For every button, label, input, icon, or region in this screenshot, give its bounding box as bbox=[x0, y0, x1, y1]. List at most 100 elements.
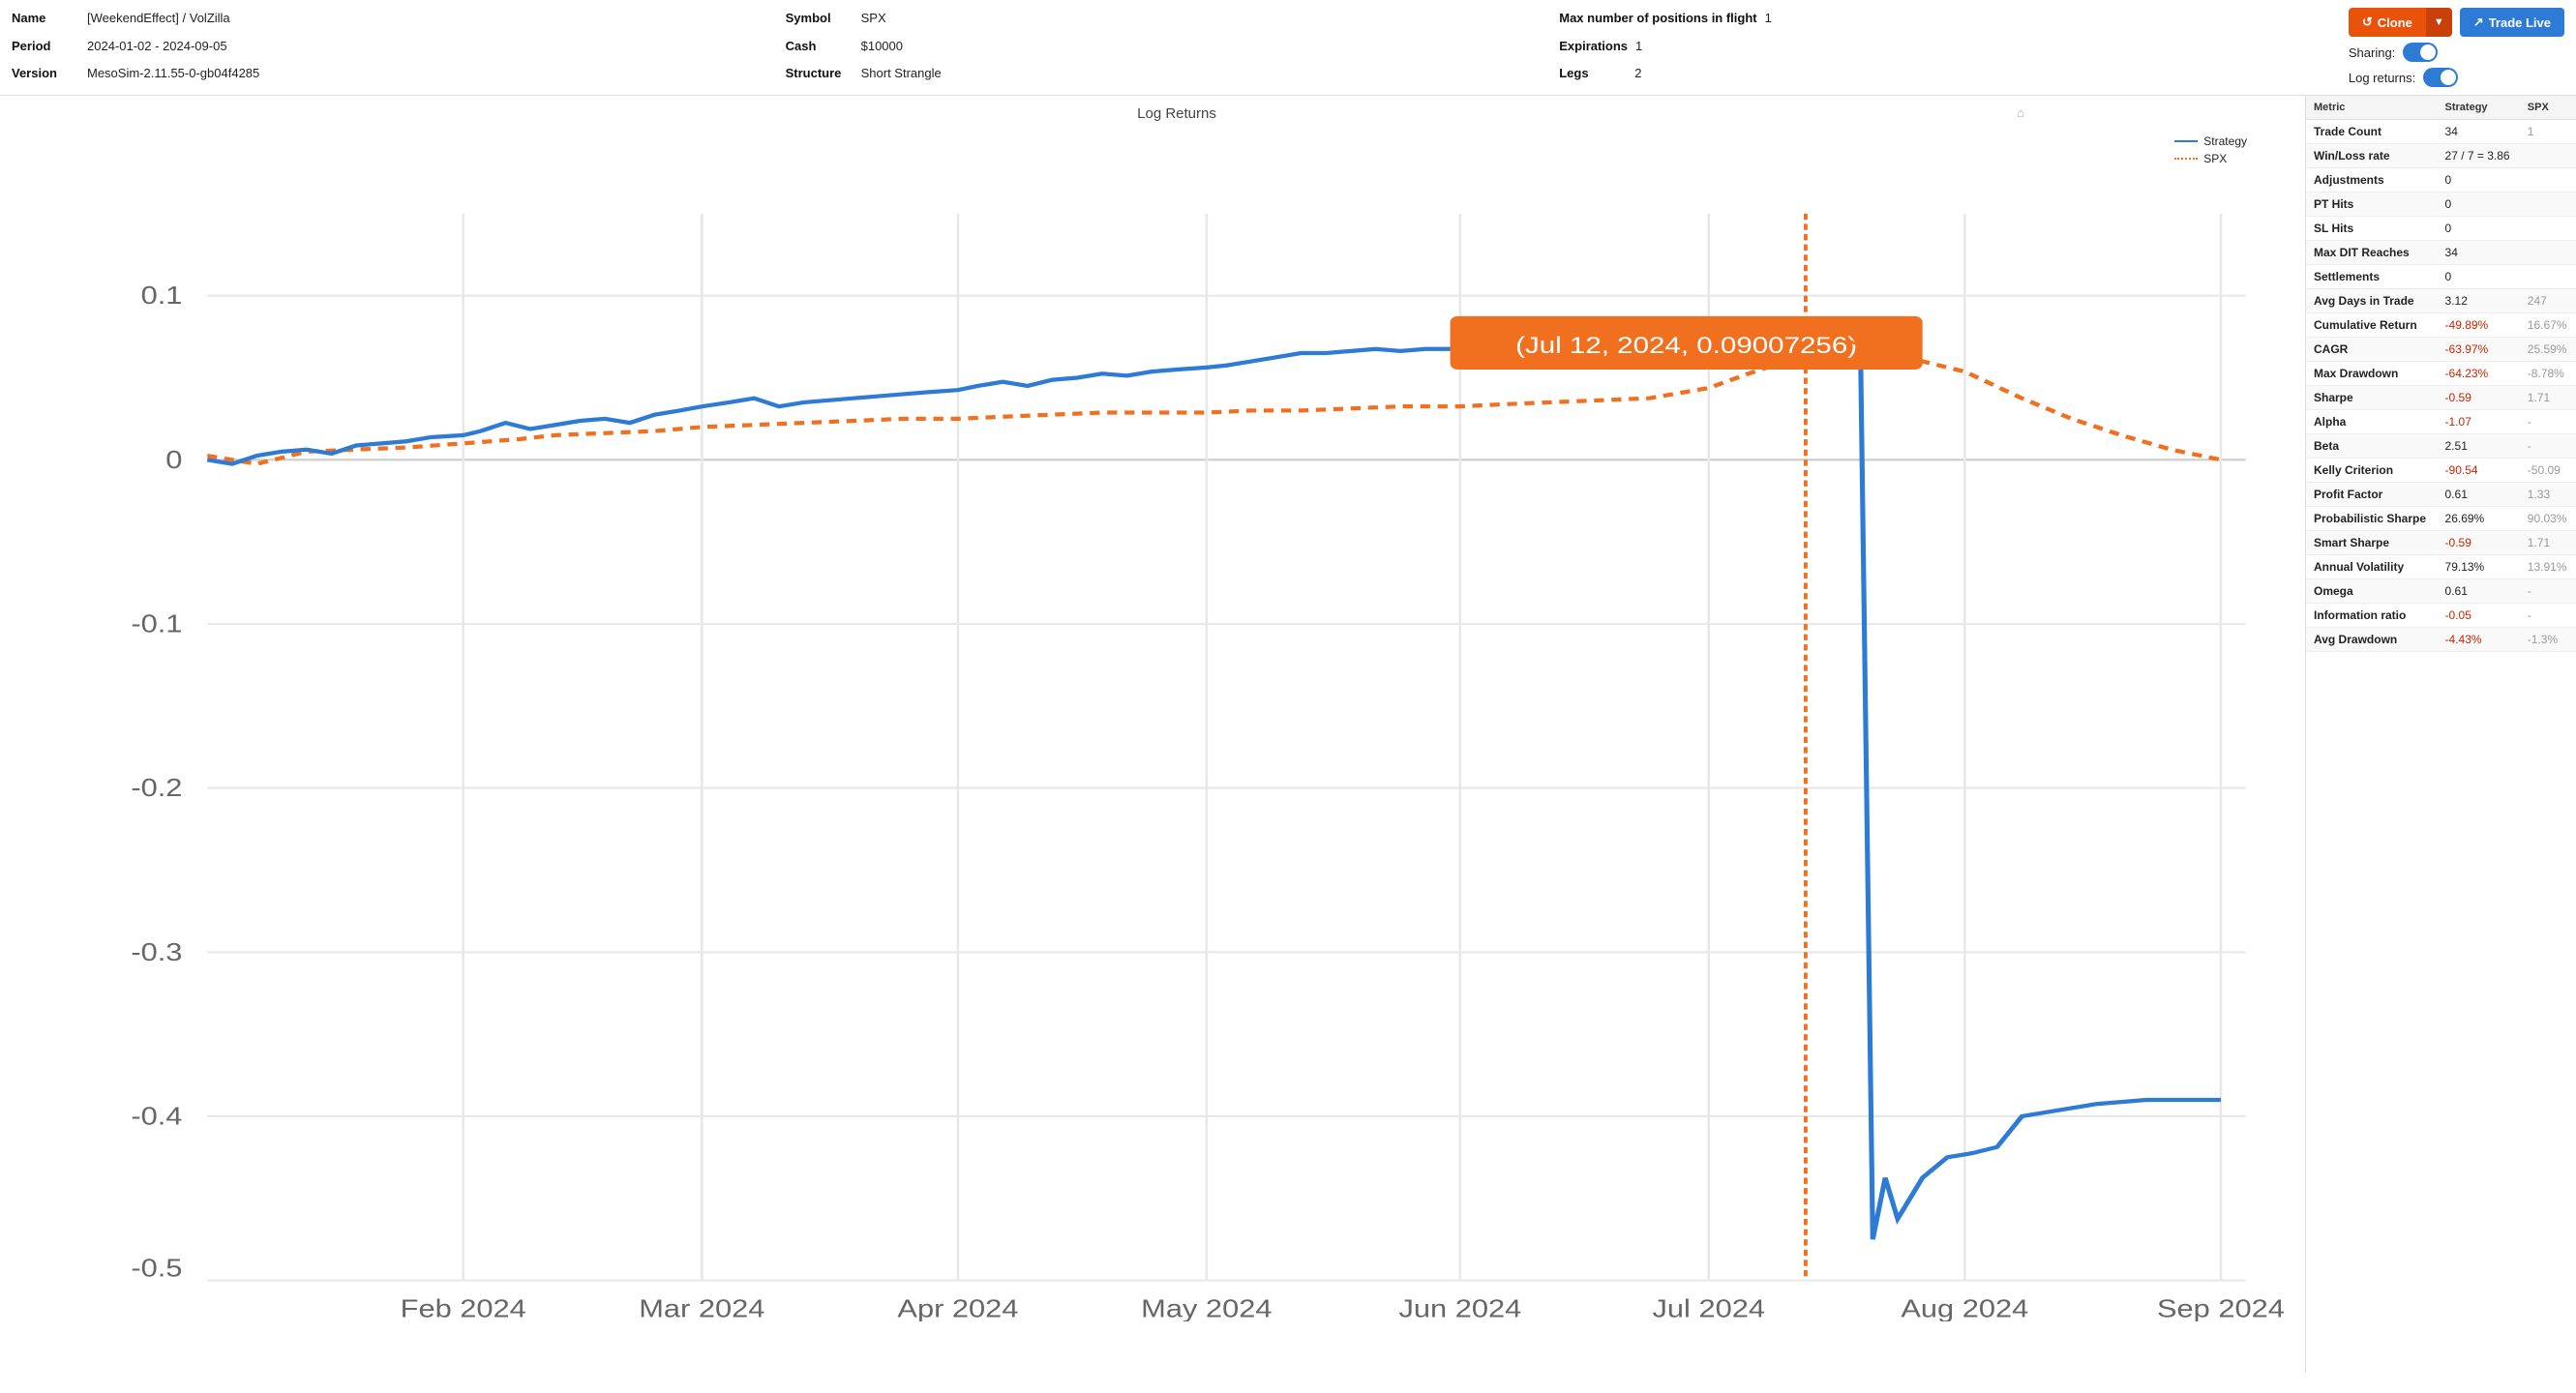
main-content: Log Returns ⌂ Strategy SPX bbox=[0, 96, 2576, 1373]
metric-name-cell: Settlements bbox=[2306, 265, 2438, 289]
cash-row: Cash $10000 bbox=[786, 36, 1560, 60]
strategy-line bbox=[207, 335, 2221, 1239]
table-row: Max Drawdown-64.23%-8.78% bbox=[2306, 362, 2576, 386]
strategy-val-cell: 3.12 bbox=[2438, 289, 2520, 313]
sharing-toggle-row: Sharing: bbox=[2349, 43, 2564, 62]
table-row: SL Hits0 bbox=[2306, 217, 2576, 241]
strategy-val-cell: 0 bbox=[2438, 265, 2520, 289]
metrics-table: Metric Strategy SPX Trade Count341Win/Lo… bbox=[2306, 96, 2576, 652]
chart-title: Log Returns bbox=[58, 105, 2295, 122]
structure-value: Short Strangle bbox=[861, 66, 942, 80]
period-label: Period bbox=[12, 39, 79, 53]
metric-name-cell: PT Hits bbox=[2306, 193, 2438, 217]
table-row: CAGR-63.97%25.59% bbox=[2306, 338, 2576, 362]
spx-val-cell: -50.09 bbox=[2520, 459, 2576, 483]
log-returns-toggle[interactable] bbox=[2423, 68, 2458, 87]
metric-name-cell: Beta bbox=[2306, 434, 2438, 459]
strategy-val-cell: -0.59 bbox=[2438, 531, 2520, 555]
spx-val-cell: - bbox=[2520, 604, 2576, 628]
spx-val-cell bbox=[2520, 265, 2576, 289]
clone-button-group[interactable]: ↺ Clone ▼ bbox=[2349, 8, 2452, 37]
refresh-icon: ↺ bbox=[2362, 15, 2373, 30]
name-value: [WeekendEffect] / VolZilla bbox=[87, 11, 230, 25]
max-pos-row: Max number of positions in flight 1 bbox=[1559, 8, 2333, 32]
spx-val-cell bbox=[2520, 144, 2576, 168]
table-row: PT Hits0 bbox=[2306, 193, 2576, 217]
symbol-row: Symbol SPX bbox=[786, 8, 1560, 32]
table-row: Profit Factor0.611.33 bbox=[2306, 483, 2576, 507]
svg-text:0.1: 0.1 bbox=[141, 282, 183, 310]
svg-text:-0.3: -0.3 bbox=[131, 937, 182, 965]
table-row: Win/Loss rate27 / 7 = 3.86 bbox=[2306, 144, 2576, 168]
table-row: Trade Count341 bbox=[2306, 120, 2576, 144]
spx-val-cell: 13.91% bbox=[2520, 555, 2576, 579]
legs-value: 2 bbox=[1634, 66, 1641, 80]
structure-label: Structure bbox=[786, 66, 854, 80]
cash-value: $10000 bbox=[861, 39, 903, 53]
spx-val-cell: 16.67% bbox=[2520, 313, 2576, 338]
table-row: Probabilistic Sharpe26.69%90.03% bbox=[2306, 507, 2576, 531]
symbol-value: SPX bbox=[861, 11, 886, 25]
spx-val-cell: 1.71 bbox=[2520, 531, 2576, 555]
table-row: Cumulative Return-49.89%16.67% bbox=[2306, 313, 2576, 338]
metric-name-cell: Adjustments bbox=[2306, 168, 2438, 193]
table-row: Smart Sharpe-0.591.71 bbox=[2306, 531, 2576, 555]
period-value: 2024-01-02 - 2024-09-05 bbox=[87, 39, 227, 53]
svg-text:Mar 2024: Mar 2024 bbox=[639, 1294, 764, 1321]
col-spx: SPX bbox=[2520, 96, 2576, 120]
metric-name-cell: SL Hits bbox=[2306, 217, 2438, 241]
svg-text:SPX: SPX bbox=[1848, 321, 1913, 351]
spx-val-cell: -1.3% bbox=[2520, 628, 2576, 652]
max-pos-value: 1 bbox=[1765, 11, 1772, 25]
table-row: Sharpe-0.591.71 bbox=[2306, 386, 2576, 410]
svg-text:0: 0 bbox=[165, 445, 182, 473]
expirations-row: Expirations 1 bbox=[1559, 36, 2333, 60]
strategy-val-cell: 34 bbox=[2438, 241, 2520, 265]
metric-name-cell: Smart Sharpe bbox=[2306, 531, 2438, 555]
svg-text:Jun 2024: Jun 2024 bbox=[1398, 1294, 1521, 1321]
strategy-val-cell: 79.13% bbox=[2438, 555, 2520, 579]
sharing-label: Sharing: bbox=[2349, 45, 2395, 60]
spx-val-cell: 1.71 bbox=[2520, 386, 2576, 410]
log-returns-toggle-row: Log returns: bbox=[2349, 68, 2564, 87]
svg-text:(Jul 12, 2024, 0.09007256): (Jul 12, 2024, 0.09007256) bbox=[1515, 332, 1857, 359]
svg-text:-0.5: -0.5 bbox=[131, 1254, 182, 1282]
clone-dropdown-button[interactable]: ▼ bbox=[2426, 8, 2452, 37]
strategy-val-cell: 0 bbox=[2438, 217, 2520, 241]
trade-live-button[interactable]: ↗ Trade Live bbox=[2460, 8, 2564, 37]
table-row: Settlements0 bbox=[2306, 265, 2576, 289]
version-value: MesoSim-2.11.55-0-gb04f4285 bbox=[87, 66, 259, 80]
table-row: Adjustments0 bbox=[2306, 168, 2576, 193]
expirations-value: 1 bbox=[1635, 39, 1642, 53]
strategy-val-cell: -64.23% bbox=[2438, 362, 2520, 386]
table-row: Information ratio-0.05- bbox=[2306, 604, 2576, 628]
sharing-toggle[interactable] bbox=[2403, 43, 2438, 62]
strategy-val-cell: -49.89% bbox=[2438, 313, 2520, 338]
header-actions: ↺ Clone ▼ ↗ Trade Live Sharing: Log retu… bbox=[2333, 8, 2564, 87]
spx-val-cell: -8.78% bbox=[2520, 362, 2576, 386]
version-label: Version bbox=[12, 66, 79, 80]
metric-name-cell: Kelly Criterion bbox=[2306, 459, 2438, 483]
structure-row: Structure Short Strangle bbox=[786, 63, 1560, 87]
metric-name-cell: CAGR bbox=[2306, 338, 2438, 362]
strategy-val-cell: 2.51 bbox=[2438, 434, 2520, 459]
strategy-val-cell: -1.07 bbox=[2438, 410, 2520, 434]
home-icon[interactable]: ⌂ bbox=[2017, 105, 2024, 120]
strategy-val-cell: 0.61 bbox=[2438, 579, 2520, 604]
table-row: Omega0.61- bbox=[2306, 579, 2576, 604]
cash-label: Cash bbox=[786, 39, 854, 53]
clone-button[interactable]: ↺ Clone bbox=[2349, 8, 2426, 37]
strategy-val-cell: 0 bbox=[2438, 193, 2520, 217]
spx-val-cell: 90.03% bbox=[2520, 507, 2576, 531]
svg-text:-0.2: -0.2 bbox=[131, 774, 182, 802]
spx-val-cell bbox=[2520, 241, 2576, 265]
svg-text:Jul 2024: Jul 2024 bbox=[1652, 1294, 1764, 1321]
max-pos-label: Max number of positions in flight bbox=[1559, 11, 1756, 25]
spx-val-cell: 1.33 bbox=[2520, 483, 2576, 507]
strategy-val-cell: 0 bbox=[2438, 168, 2520, 193]
strategy-val-cell: -0.59 bbox=[2438, 386, 2520, 410]
name-label: Name bbox=[12, 11, 79, 25]
svg-text:Feb 2024: Feb 2024 bbox=[401, 1294, 526, 1321]
metrics-panel: Metric Strategy SPX Trade Count341Win/Lo… bbox=[2305, 96, 2576, 1373]
table-row: Annual Volatility79.13%13.91% bbox=[2306, 555, 2576, 579]
